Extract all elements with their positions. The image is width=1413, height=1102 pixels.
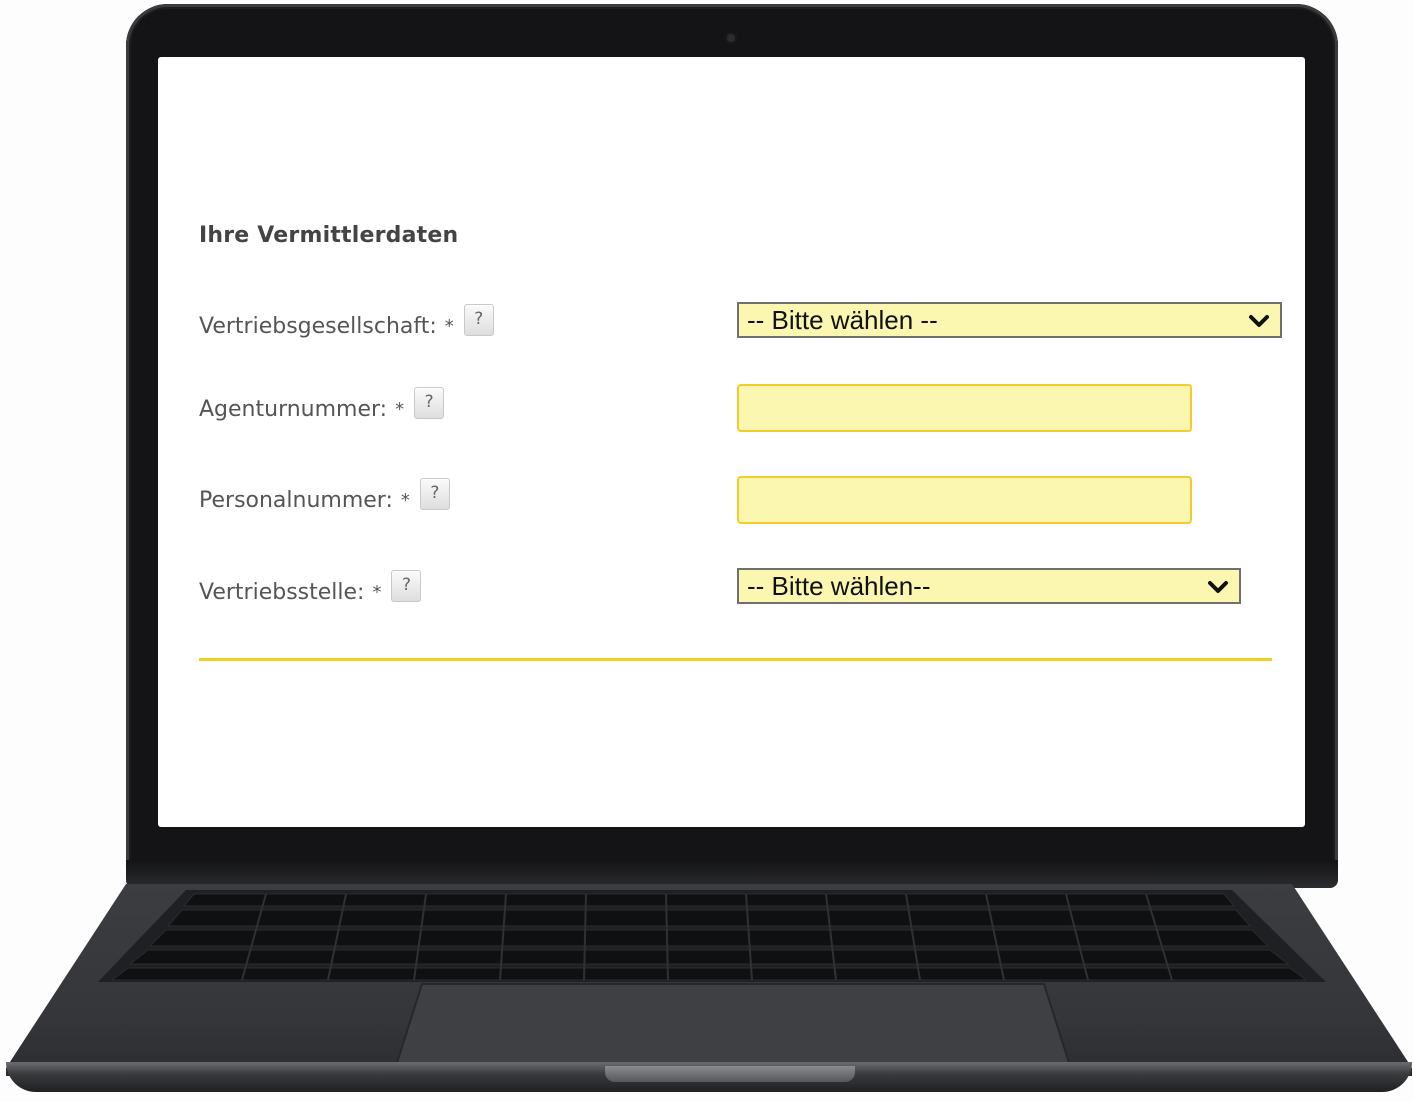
field-label-agenturnummer: Agenturnummer: * ? [199, 387, 445, 425]
vertriebsgesellschaft-select[interactable]: -- Bitte wählen -- [737, 302, 1282, 338]
required-marker: * [372, 581, 382, 603]
label-text: Personalnummer: [199, 487, 393, 513]
laptop-hinge [126, 860, 1338, 888]
required-marker: * [395, 398, 405, 420]
label-text: Agenturnummer: [199, 396, 388, 422]
label-text: Vertriebsgesellschaft: [199, 313, 437, 339]
required-marker: * [444, 315, 454, 337]
keyboard-graphic [98, 890, 1326, 982]
section-title: Ihre Vermittlerdaten [199, 223, 459, 248]
select-value: -- Bitte wählen -- [747, 304, 938, 335]
laptop-base [6, 884, 1412, 1076]
help-icon[interactable]: ? [419, 478, 450, 510]
field-label-vertriebsstelle: Vertriebsstelle: * ? [199, 570, 422, 608]
laptop-screen: Ihre Vermittlerdaten Vertriebsgesellscha… [158, 57, 1305, 827]
vertriebsstelle-select[interactable]: -- Bitte wählen-- [737, 568, 1241, 604]
field-label-personalnummer: Personalnummer: * ? [199, 478, 450, 516]
label-text: Vertriebsstelle: [199, 579, 365, 605]
camera-icon [727, 34, 735, 42]
section-divider [199, 658, 1272, 661]
agenturnummer-input[interactable] [737, 384, 1192, 432]
laptop-opening-notch [605, 1066, 855, 1082]
help-icon[interactable]: ? [463, 304, 494, 336]
chevron-down-icon [1249, 315, 1269, 327]
laptop-mockup: Ihre Vermittlerdaten Vertriebsgesellscha… [0, 0, 1413, 1102]
required-marker: * [400, 489, 410, 511]
help-icon[interactable]: ? [414, 387, 445, 419]
chevron-down-icon [1208, 581, 1228, 593]
help-icon[interactable]: ? [391, 570, 422, 602]
select-value: -- Bitte wählen-- [747, 570, 931, 601]
personalnummer-input[interactable] [737, 476, 1192, 524]
field-label-vertriebsgesellschaft: Vertriebsgesellschaft: * ? [199, 304, 494, 342]
